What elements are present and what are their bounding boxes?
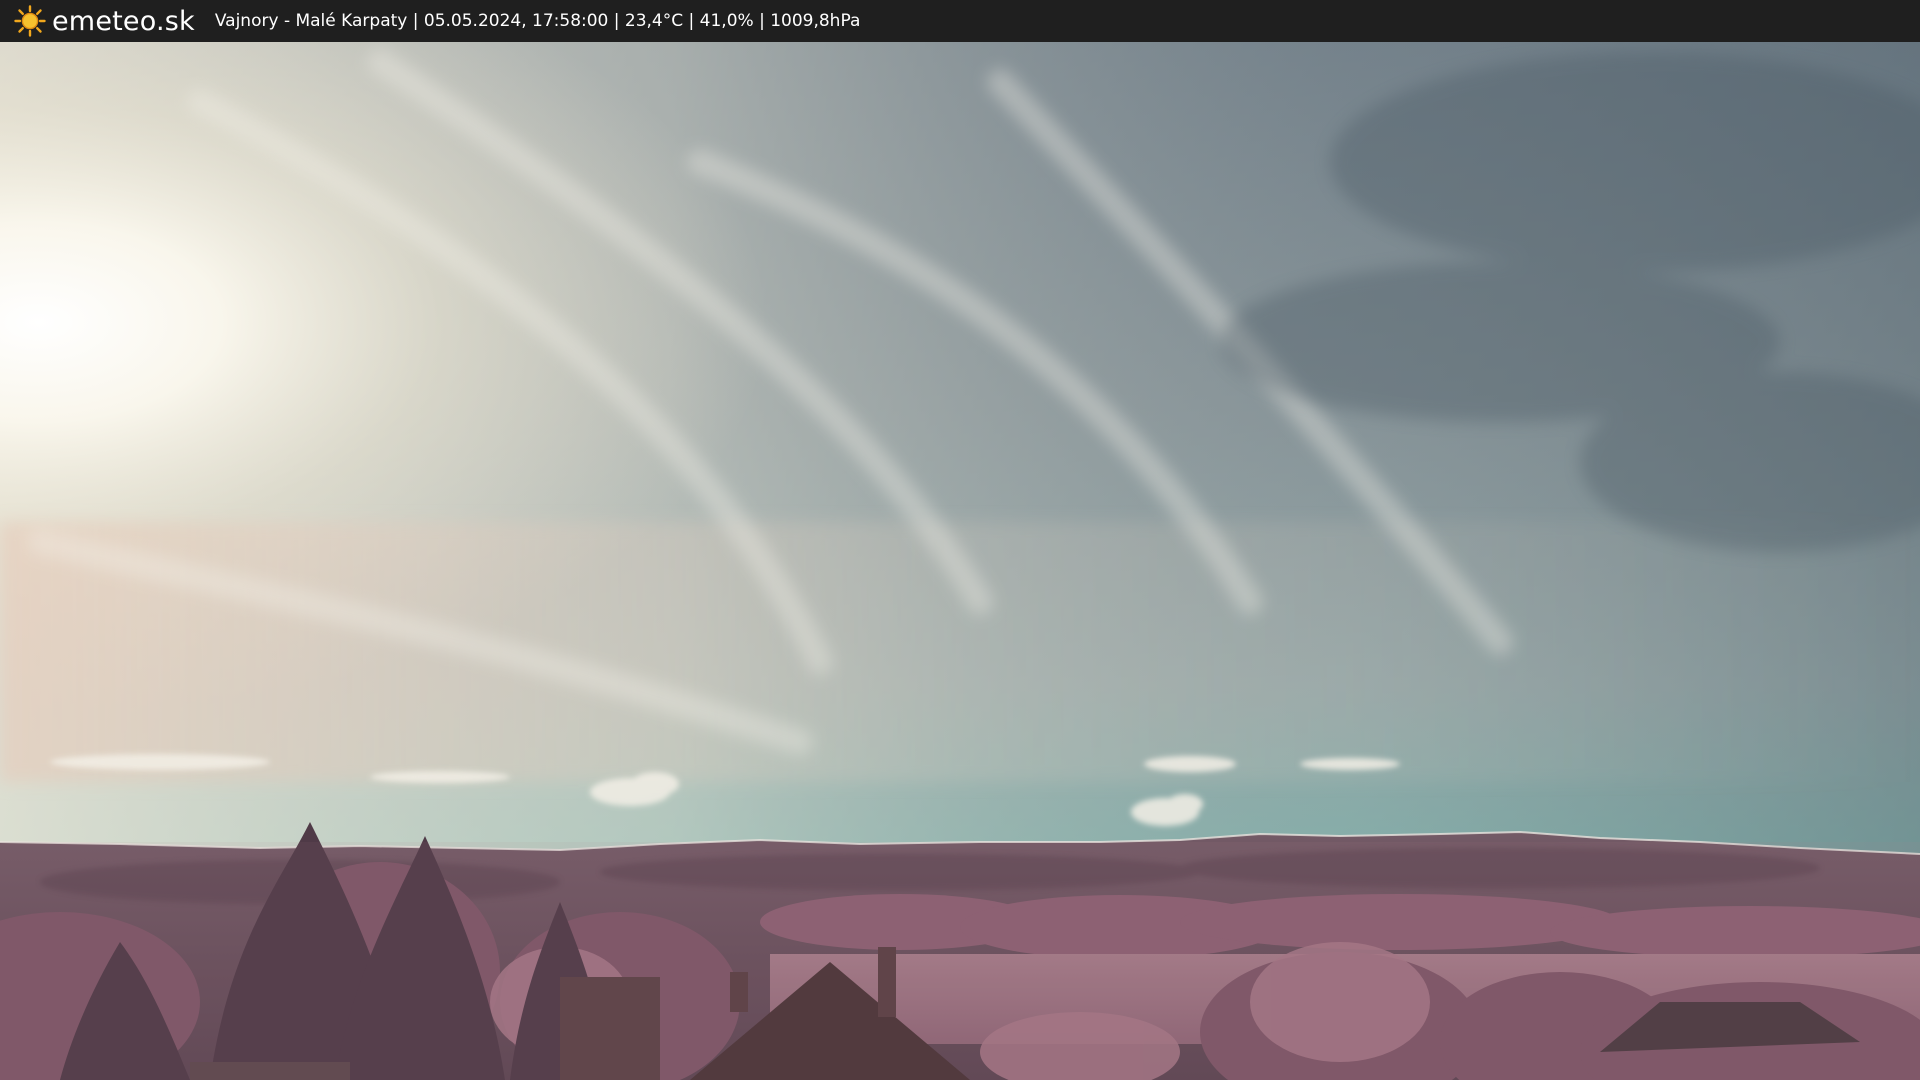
webcam-frame: emeteo.sk Vajnory - Malé Karpaty | 05.05…	[0, 0, 1920, 1080]
sun-icon	[14, 5, 46, 37]
logo-text: emeteo.sk	[52, 5, 195, 37]
caption-bar: emeteo.sk Vajnory - Malé Karpaty | 05.05…	[0, 0, 1920, 42]
site-logo[interactable]: emeteo.sk	[14, 5, 195, 37]
webcam-caption: Vajnory - Malé Karpaty | 05.05.2024, 17:…	[214, 11, 861, 31]
webcam-image	[0, 42, 1920, 1080]
